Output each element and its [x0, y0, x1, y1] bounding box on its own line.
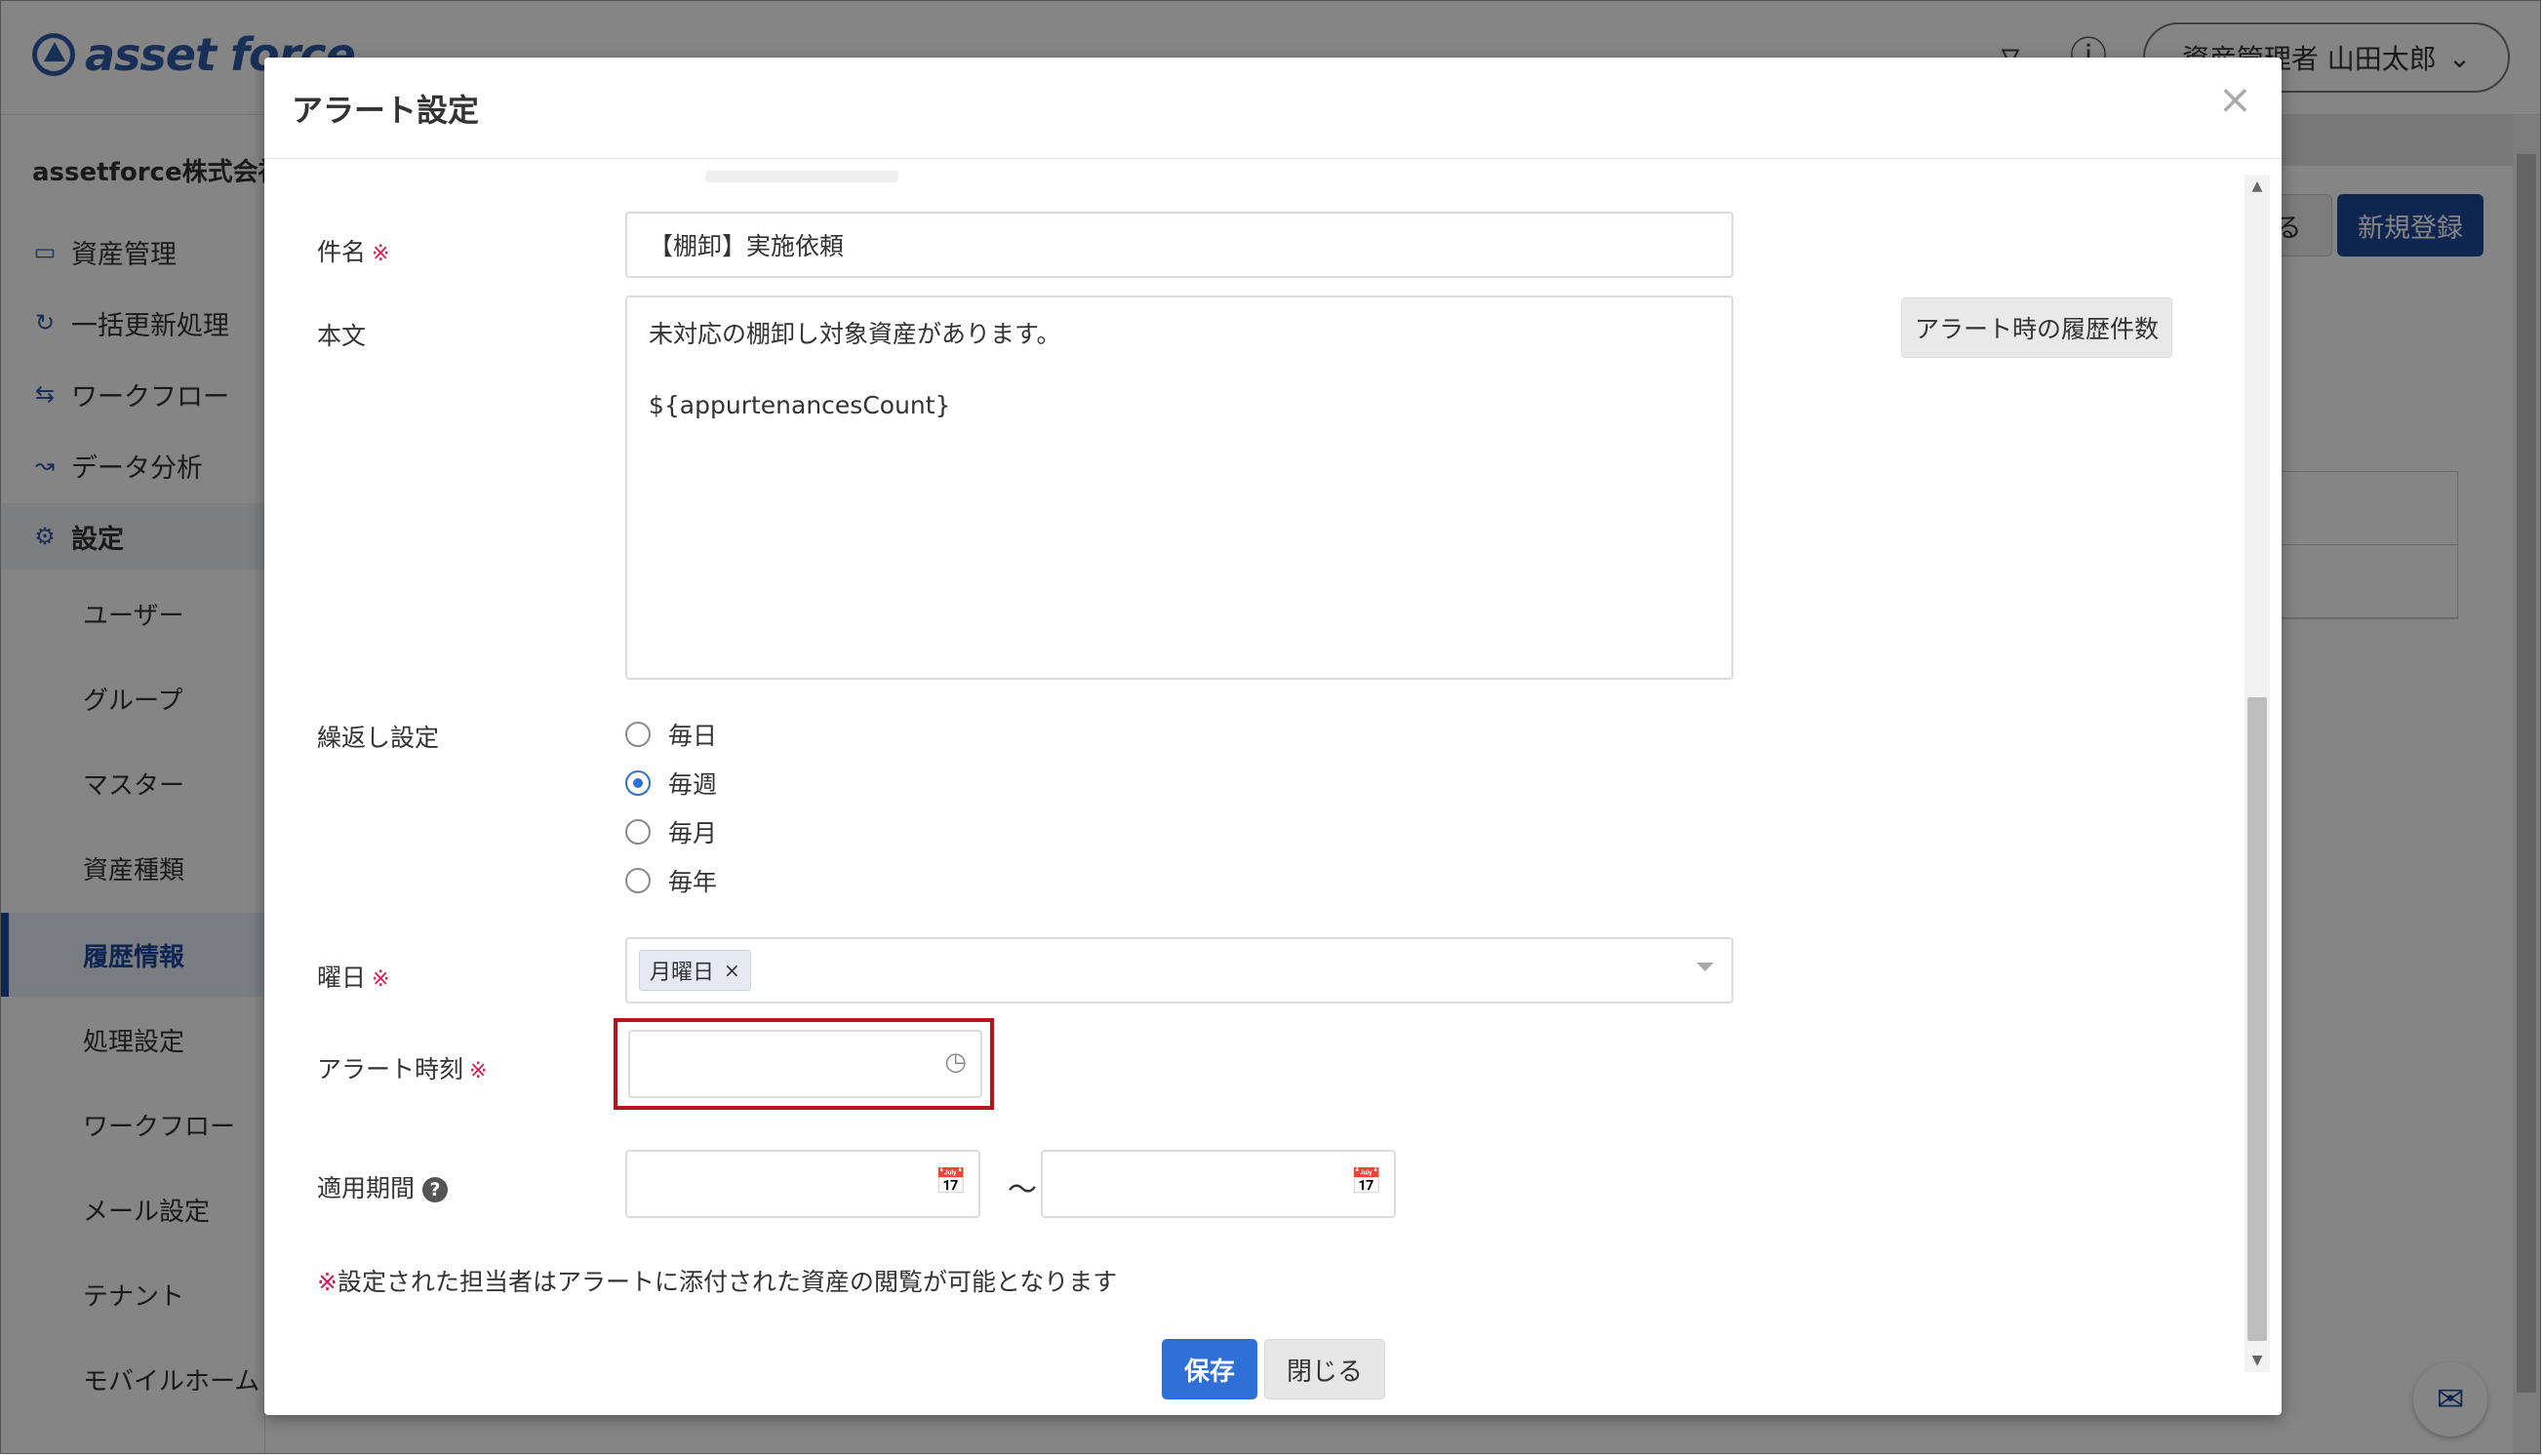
radio-label: 毎年 [668, 868, 718, 896]
caret-down-icon[interactable] [1696, 963, 1714, 971]
weekday-tag: 月曜日 × [639, 950, 751, 991]
required-mark: ※ [372, 242, 390, 266]
help-icon[interactable]: ? [422, 1177, 449, 1202]
period-end-date-input[interactable]: 📅 [1041, 1150, 1396, 1218]
note-mark: ※ [317, 1268, 338, 1296]
dialog-scrollbar-thumb[interactable] [2247, 697, 2267, 1341]
close-icon[interactable]: × [2218, 79, 2252, 120]
body-textarea[interactable]: 未対応の棚卸し対象資産があります。 ${appurtenancesCount} [625, 295, 1733, 680]
weekday-multiselect[interactable]: 月曜日 × [625, 937, 1733, 1003]
radio-button[interactable] [625, 868, 651, 893]
insert-history-count-button[interactable]: アラート時の履歴件数 [1901, 297, 2172, 358]
weekday-label-text: 曜日 [317, 964, 367, 992]
radio-label: 毎週 [668, 770, 718, 799]
repeat-option-weekly[interactable]: 毎週 [625, 766, 717, 801]
scroll-up-icon[interactable]: ▲ [2245, 178, 2270, 194]
dialog-title: アラート設定 [292, 92, 480, 129]
repeat-option-monthly[interactable]: 毎月 [625, 814, 717, 849]
dialog-header: アラート設定 × [264, 58, 2282, 159]
radio-button[interactable] [625, 819, 651, 845]
repeat-option-daily[interactable]: 毎日 [625, 717, 717, 752]
subject-value: 【棚卸】実施依頼 [649, 232, 845, 260]
repeat-option-yearly[interactable]: 毎年 [625, 863, 717, 898]
radio-button-selected[interactable] [625, 770, 651, 796]
close-button[interactable]: 閉じる [1264, 1339, 1385, 1399]
calendar-icon: 📅 [934, 1167, 967, 1197]
radio-button[interactable] [625, 722, 651, 747]
repeat-label: 繰返し設定 [317, 724, 440, 752]
radio-label: 毎月 [668, 819, 718, 847]
period-separator: 〜 [1008, 1173, 1037, 1207]
note-text: 設定された担当者はアラートに添付された資産の閲覧が可能となります [337, 1268, 1118, 1296]
radio-label: 毎日 [668, 722, 718, 750]
body-label: 本文 [317, 322, 367, 350]
period-label-text: 適用期間 [317, 1174, 416, 1202]
period-start-date-input[interactable]: 📅 [625, 1150, 980, 1218]
required-mark: ※ [469, 1059, 488, 1083]
alert-time-label-text: アラート時刻 [317, 1055, 464, 1083]
permission-note: ※設定された担当者はアラートに添付された資産の閲覧が可能となります [317, 1263, 1117, 1298]
weekday-tag-label: 月曜日 [650, 961, 715, 985]
clock-icon: ◷ [944, 1047, 967, 1077]
calendar-icon: 📅 [1350, 1167, 1382, 1197]
tag-remove-icon[interactable]: × [724, 959, 740, 982]
app-window: asset force ▿ ⓘ 資産管理者 山田太郎 ⌄ assetforce株… [0, 0, 2541, 1454]
subject-label-text: 件名 [317, 238, 367, 266]
period-label: 適用期間? [317, 1169, 449, 1204]
weekday-label: 曜日 ※ [317, 959, 389, 994]
scroll-down-icon[interactable]: ▼ [2245, 1353, 2270, 1368]
subject-label: 件名 ※ [317, 233, 389, 268]
scrolled-content-stub [705, 171, 898, 182]
required-mark: ※ [372, 967, 390, 992]
alert-settings-dialog: アラート設定 × 件名 ※ 【棚卸】実施依頼 本文 未対応の棚卸し対象資産がありま… [264, 58, 2282, 1415]
subject-input[interactable]: 【棚卸】実施依頼 [625, 212, 1733, 278]
dialog-scrollbar[interactable]: ▲ ▼ [2245, 175, 2270, 1372]
alert-time-input[interactable]: ◷ [628, 1030, 982, 1098]
save-button[interactable]: 保存 [1162, 1339, 1257, 1399]
alert-time-label: アラート時刻 ※ [317, 1050, 487, 1085]
